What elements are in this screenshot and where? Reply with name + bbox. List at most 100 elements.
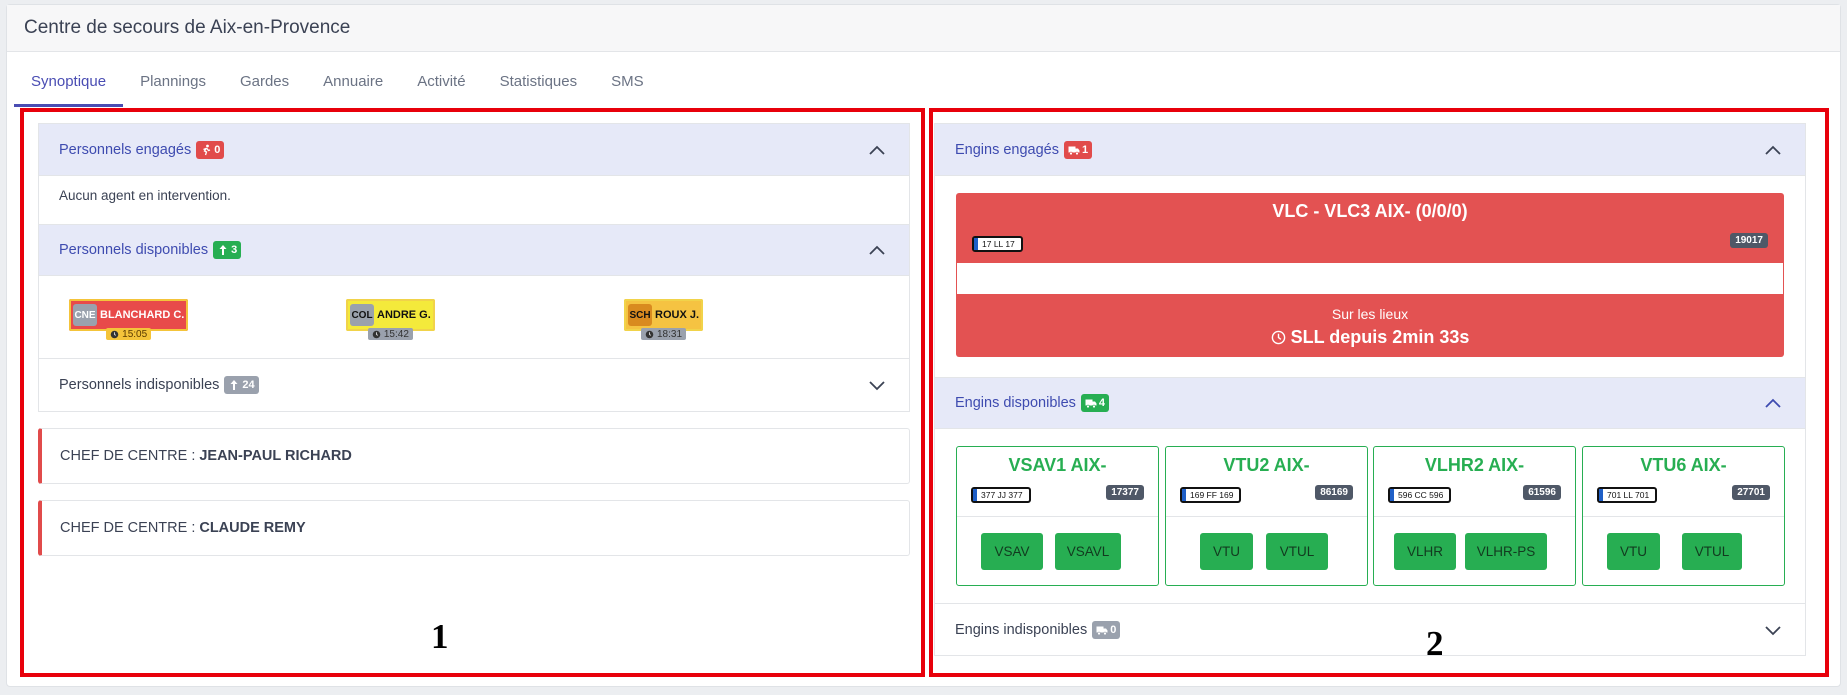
card-header: Centre de secours de Aix-en-Provence <box>7 5 1840 52</box>
personnel-engaged-label: Personnels engagés <box>59 141 192 158</box>
chef-name: CLAUDE REMY <box>199 520 306 536</box>
agent-time: 15:05 <box>106 328 152 340</box>
personnel-engaged-empty: Aucun agent en intervention. <box>59 188 231 203</box>
tab-gardes[interactable]: Gardes <box>223 68 306 107</box>
page-title: Centre de secours de Aix-en-Provence <box>24 17 351 38</box>
agent-name: BLANCHARD C. <box>100 309 185 321</box>
license-plate: 596 CC 596 <box>1388 487 1452 503</box>
engines-unavailable-header[interactable]: Engins indisponibles 0 <box>935 603 1805 655</box>
truck-icon <box>1096 626 1108 635</box>
person-up-icon <box>219 245 227 255</box>
personnel-available-badge: 3 <box>213 241 242 259</box>
agent-card[interactable]: SCH ROUX J. 18:31 <box>624 299 704 340</box>
engines-unavailable-badge: 0 <box>1092 620 1121 639</box>
vehicle-number: 86169 <box>1315 485 1353 500</box>
panel-number-2: 2 <box>1426 624 1444 663</box>
vehicle-divider <box>1583 516 1784 517</box>
engines-unavailable-label: Engins indisponibles <box>955 621 1088 638</box>
engines-engaged-badge: 1 <box>1064 140 1093 159</box>
vehicle-name: VTU6 AIX- <box>1640 455 1727 475</box>
agent-grade: SCH <box>628 304 652 326</box>
license-plate: 701 LL 701 <box>1597 487 1658 503</box>
panel-number-1: 1 <box>431 617 449 656</box>
agent-name: ANDRE G. <box>377 309 431 321</box>
chevron-down-icon[interactable] <box>867 375 887 395</box>
chevron-up-icon[interactable] <box>867 240 887 260</box>
personnel-unavailable-label: Personnels indisponibles <box>59 376 220 393</box>
personnel-engaged-badge: 0 <box>196 140 225 159</box>
vehicle-card[interactable]: VSAV1 AIX- 377 JJ 377 17377 VSAV VSAVL <box>956 446 1159 586</box>
chevron-down-icon[interactable] <box>1763 620 1783 640</box>
agent-card[interactable]: CNE BLANCHARD C. 15:05 <box>69 299 189 340</box>
truck-icon <box>1085 399 1097 409</box>
engine-divider <box>957 263 1783 294</box>
tab-statistiques[interactable]: Statistiques <box>483 68 595 107</box>
vehicle-type-button[interactable]: VSAVL <box>1055 533 1121 570</box>
chef-label: CHEF DE CENTRE : <box>60 520 196 536</box>
vehicle-card[interactable]: VTU2 AIX- 169 FF 169 86169 VTU VTUL <box>1165 446 1368 586</box>
clock-icon <box>372 330 381 338</box>
agent-time: 18:31 <box>640 328 687 340</box>
chevron-up-icon[interactable] <box>1763 393 1783 413</box>
tab-plannings[interactable]: Plannings <box>123 68 223 107</box>
agent-name: ROUX J. <box>655 309 700 321</box>
engine-title: VLC - VLC3 AIX- (0/0/0) <box>1272 201 1468 221</box>
vehicle-type-button[interactable]: VSAV <box>981 533 1043 570</box>
personnel-section: Personnels engagés 0 Aucun agent en inte… <box>38 123 910 412</box>
running-person-icon <box>203 144 211 155</box>
vehicle-card[interactable]: VLHR2 AIX- 596 CC 596 61596 VLHR VLHR-PS <box>1373 446 1576 586</box>
chef-name: JEAN-PAUL RICHARD <box>199 448 352 464</box>
vehicle-name: VLHR2 AIX- <box>1424 455 1525 475</box>
engines-available-header[interactable]: Engins disponibles 4 <box>935 377 1805 429</box>
personnel-unavailable-badge: 24 <box>224 375 259 394</box>
clock-icon <box>1271 330 1285 345</box>
engine-number: 19017 <box>1730 233 1768 248</box>
vehicle-type-button[interactable]: VLHR <box>1394 533 1456 570</box>
personnel-available-label: Personnels disponibles <box>59 242 209 258</box>
vehicle-type-button[interactable]: VTUL <box>1682 533 1742 570</box>
vehicle-type-button[interactable]: VTU <box>1200 533 1253 570</box>
vehicle-name: VSAV1 AIX- <box>1008 455 1107 475</box>
vehicle-number: 17377 <box>1106 485 1144 500</box>
engine-since: SLL depuis 2min 33s <box>956 327 1784 348</box>
vehicle-type-button[interactable]: VTU <box>1607 533 1660 570</box>
agent-grade: CNE <box>73 304 97 326</box>
agent-card[interactable]: COL ANDRE G. 15:42 <box>346 299 435 340</box>
personnel-available-header[interactable]: Personnels disponibles 3 <box>39 224 909 276</box>
engines-available-badge: 4 <box>1080 394 1110 412</box>
clock-icon <box>645 330 654 338</box>
chef-de-centre-card: CHEF DE CENTRE : JEAN-PAUL RICHARD <box>38 428 910 484</box>
engines-engaged-label: Engins engagés <box>955 141 1059 158</box>
personnel-engaged-header[interactable]: Personnels engagés 0 <box>39 124 909 176</box>
chef-label: CHEF DE CENTRE : <box>60 448 196 464</box>
chef-de-centre-card: CHEF DE CENTRE : CLAUDE REMY <box>38 500 910 556</box>
engines-engaged-header[interactable]: Engins engagés 1 <box>935 124 1805 176</box>
engaged-engine-card[interactable]: VLC - VLC3 AIX- (0/0/0) 17 LL 17 19017 S… <box>956 193 1784 357</box>
license-plate: 377 JJ 377 <box>971 487 1031 503</box>
agent-tag: SCH ROUX J. <box>624 299 704 331</box>
vehicle-number: 27701 <box>1732 485 1770 500</box>
tab-annuaire[interactable]: Annuaire <box>306 68 400 107</box>
agent-grade: COL <box>350 304 374 326</box>
tab-activite[interactable]: Activité <box>400 68 482 107</box>
truck-icon <box>1068 146 1080 155</box>
personnel-unavailable-header[interactable]: Personnels indisponibles 24 <box>39 358 909 410</box>
clock-icon <box>110 330 119 338</box>
engines-available-label: Engins disponibles <box>955 395 1076 411</box>
vehicle-number: 61596 <box>1523 485 1561 500</box>
license-plate: 17 LL 17 <box>972 236 1023 252</box>
vehicle-card[interactable]: VTU6 AIX- 701 LL 701 27701 VTU VTUL <box>1582 446 1785 586</box>
vehicle-type-button[interactable]: VTUL <box>1266 533 1328 570</box>
chevron-up-icon[interactable] <box>1763 140 1783 160</box>
agent-tag: CNE BLANCHARD C. <box>69 299 189 331</box>
engines-section: Engins engagés 1 VLC - VLC3 AIX- (0/0/0)… <box>934 123 1806 656</box>
engine-status: Sur les lieux <box>1331 306 1409 322</box>
vehicle-name: VTU2 AIX- <box>1223 455 1310 475</box>
tab-synoptique[interactable]: Synoptique <box>14 68 124 107</box>
tab-sms[interactable]: SMS <box>594 68 661 107</box>
vehicle-divider <box>1166 516 1367 517</box>
vehicle-divider <box>957 516 1158 517</box>
tab-bar: Synoptique Plannings Gardes Annuaire Act… <box>14 68 661 107</box>
vehicle-type-button[interactable]: VLHR-PS <box>1465 533 1547 570</box>
chevron-up-icon[interactable] <box>867 140 887 160</box>
